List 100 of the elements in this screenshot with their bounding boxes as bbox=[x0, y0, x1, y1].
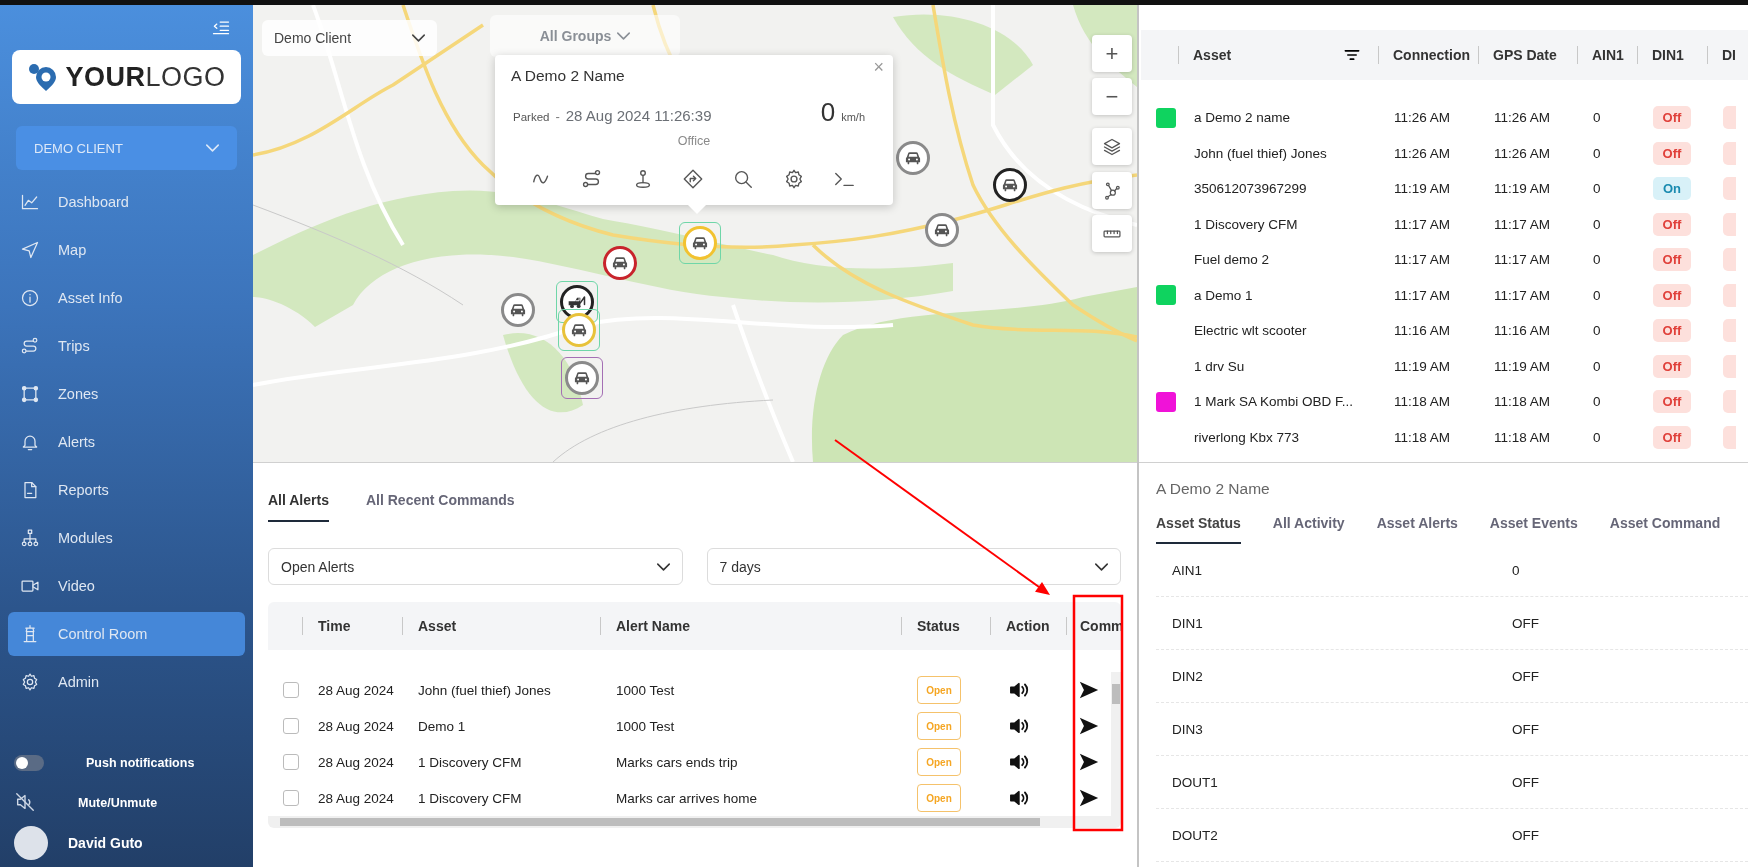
table-cell-text: 28 Aug 2024 bbox=[317, 682, 395, 698]
table-cell-text: 11:16 AM bbox=[1393, 323, 1452, 339]
map-control[interactable] bbox=[1092, 172, 1132, 209]
checkbox[interactable] bbox=[283, 790, 299, 806]
checkbox[interactable] bbox=[283, 682, 299, 698]
search-icon[interactable] bbox=[732, 168, 755, 190]
toggle-switch[interactable] bbox=[14, 755, 44, 771]
status-badge: Off bbox=[1653, 248, 1691, 272]
table-cell-text: 0 bbox=[1592, 145, 1602, 161]
table-cell-text: 11:18 AM bbox=[1493, 429, 1552, 445]
nav-item[interactable]: Modules bbox=[8, 516, 245, 560]
timestamp: 28 Aug 2024 11:26:39 bbox=[565, 107, 712, 124]
chevron-down-icon bbox=[206, 144, 219, 152]
table-row[interactable]: riverlong Kbx 773 11:18 AM 11:18 AM 0 Off bbox=[1141, 419, 1748, 455]
status-name: DOUT1 bbox=[1171, 774, 1219, 790]
table-cell-text: John (fuel thief) Jones bbox=[417, 682, 552, 698]
table-cell-text: 1 Mark SA Kombi OBD F... bbox=[1193, 394, 1355, 410]
chart-line-icon bbox=[20, 192, 40, 212]
directions-icon[interactable] bbox=[682, 168, 704, 190]
tab[interactable]: Asset Alerts bbox=[1376, 515, 1458, 544]
table-row[interactable]: a Demo 2 name 11:26 AM 11:26 AM 0 Off bbox=[1141, 100, 1748, 136]
zoom-out-button[interactable]: − bbox=[1092, 78, 1132, 115]
status-badge: Off bbox=[1653, 106, 1691, 130]
speed-unit: km/h bbox=[841, 111, 865, 123]
table-cell-text: 1000 Test bbox=[615, 682, 676, 698]
toggle-label: Push notifications bbox=[86, 756, 195, 770]
status-value: 0 bbox=[1512, 562, 1521, 578]
column-header[interactable]: Asset bbox=[1178, 30, 1232, 80]
table-cell-text: 11:26 AM bbox=[1393, 110, 1452, 126]
checkbox[interactable] bbox=[283, 754, 299, 770]
user-name: David Guto bbox=[68, 835, 143, 851]
table-cell-text: 11:18 AM bbox=[1393, 394, 1452, 410]
table-cell-text: 11:17 AM bbox=[1393, 287, 1452, 303]
tab[interactable]: Asset Status bbox=[1156, 515, 1241, 544]
table-row[interactable]: 1 Discovery CFM 11:17 AM 11:17 AM 0 Off bbox=[1141, 206, 1748, 242]
send-icon[interactable] bbox=[1078, 715, 1100, 737]
table-cell-text: 11:17 AM bbox=[1493, 287, 1552, 303]
table-cell-text: 11:26 AM bbox=[1493, 145, 1552, 161]
status-label: Parked bbox=[513, 111, 550, 123]
tab[interactable]: All Activity bbox=[1272, 515, 1345, 544]
tab[interactable]: Asset Events bbox=[1489, 515, 1578, 544]
status-value: OFF bbox=[1512, 668, 1540, 684]
table-cell-text: a Demo 2 name bbox=[1193, 110, 1292, 126]
table-cell-text: 11:17 AM bbox=[1393, 252, 1452, 268]
table-cell-text: 11:26 AM bbox=[1393, 145, 1452, 161]
nav-item[interactable]: Video bbox=[8, 564, 245, 608]
nav-item[interactable]: Trips bbox=[8, 324, 245, 368]
status-badge: Off bbox=[1653, 319, 1691, 343]
layers-icon bbox=[1102, 136, 1122, 157]
client-filter[interactable]: Demo Client bbox=[262, 20, 437, 56]
table-row[interactable]: Electric wlt scooter 11:16 AM 11:16 AM 0 Off bbox=[1141, 313, 1748, 349]
send-icon[interactable] bbox=[1078, 679, 1100, 701]
nav-item[interactable]: Map bbox=[8, 228, 245, 272]
send-icon[interactable] bbox=[1078, 751, 1100, 773]
vertical-scrollbar[interactable] bbox=[1111, 672, 1121, 816]
mute-icon[interactable] bbox=[14, 790, 36, 813]
map-control[interactable] bbox=[1092, 215, 1132, 252]
status-name: DIN3 bbox=[1171, 721, 1204, 737]
info-icon bbox=[20, 288, 40, 308]
nav-item[interactable]: Asset Info bbox=[8, 276, 245, 320]
table-row[interactable]: Fuel demo 2 11:17 AM 11:17 AM 0 Off bbox=[1141, 242, 1748, 278]
send-icon[interactable] bbox=[1078, 787, 1100, 809]
table-cell-text: 11:19 AM bbox=[1493, 358, 1552, 374]
tab[interactable]: All Alerts bbox=[268, 492, 329, 522]
table-cell-text: 0 bbox=[1592, 252, 1602, 268]
table-row[interactable]: 1 drv Su 11:19 AM 11:19 AM 0 Off bbox=[1141, 348, 1748, 384]
table-cell-text: 0 bbox=[1592, 358, 1602, 374]
nav-item[interactable]: Zones bbox=[8, 372, 245, 416]
table-cell-text: 11:26 AM bbox=[1493, 110, 1552, 126]
filter-dropdown[interactable]: Open Alerts bbox=[268, 548, 683, 585]
status-name: DOUT2 bbox=[1171, 827, 1219, 843]
table-cell-text: 1 Discovery CFM bbox=[1193, 216, 1299, 232]
map-control[interactable] bbox=[1092, 128, 1132, 165]
table-row[interactable]: a Demo 1 11:17 AM 11:17 AM 0 Off bbox=[1141, 277, 1748, 313]
table-cell-text: 0 bbox=[1592, 323, 1602, 339]
status-badge: On bbox=[1653, 177, 1691, 201]
separator-text: - bbox=[555, 109, 560, 124]
filter-dropdown[interactable]: 7 days bbox=[706, 548, 1121, 585]
table-cell-text: riverlong Kbx 773 bbox=[1193, 429, 1301, 445]
zoom-in-button[interactable]: + bbox=[1092, 35, 1132, 72]
mute-label[interactable]: Mute/Unmute bbox=[78, 796, 158, 810]
chevron-down-icon bbox=[656, 562, 670, 571]
status-badge: Off bbox=[1653, 354, 1691, 378]
table-row[interactable]: 1 Mark SA Kombi OBD F... 11:18 AM 11:18 AM 0 Off bbox=[1141, 384, 1748, 420]
table-row[interactable]: 350612073967299 11:19 AM 11:19 AM 0 On bbox=[1141, 171, 1748, 207]
status-badge: Off bbox=[1653, 141, 1691, 165]
status-value: OFF bbox=[1512, 615, 1540, 631]
table-cell-text: 11:19 AM bbox=[1393, 181, 1452, 197]
nav-item[interactable]: Alerts bbox=[8, 420, 245, 464]
nav-item[interactable]: Admin bbox=[8, 660, 245, 704]
location-label: Office bbox=[676, 134, 712, 148]
table-cell-text: 11:17 AM bbox=[1393, 216, 1452, 232]
status-name: AIN1 bbox=[1171, 562, 1203, 578]
tab[interactable]: All Recent Commands bbox=[365, 492, 515, 522]
horizontal-scrollbar[interactable] bbox=[268, 816, 1121, 828]
nav-item[interactable]: Reports bbox=[8, 468, 245, 512]
table-cell-text: Marks car arrives home bbox=[615, 790, 759, 806]
tab[interactable]: Asset Command bbox=[1609, 515, 1721, 544]
table-row[interactable]: John (fuel thief) Jones 11:26 AM 11:26 AM 0 Off bbox=[1141, 135, 1748, 171]
checkbox[interactable] bbox=[283, 718, 299, 734]
